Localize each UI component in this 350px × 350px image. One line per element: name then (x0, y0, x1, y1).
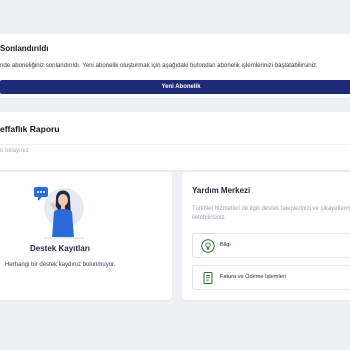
info-bulb-icon (201, 239, 215, 253)
subscription-card: Sonlandırıldı nde aboneliğiniz sonlandır… (0, 34, 350, 98)
transparency-report-link[interactable]: n tıklayınız (0, 148, 29, 154)
subscription-description: nde aboneliğiniz sonlandırıldı. Yeni abo… (0, 62, 318, 69)
new-subscription-button[interactable]: Yeni Abonelik (0, 80, 350, 94)
invoice-icon (203, 272, 213, 284)
help-item-info[interactable]: Bilgi (192, 233, 350, 258)
transparency-report-title: effaflık Raporu (0, 124, 60, 134)
support-records-empty-text: Herhangi bir destek kaydınız bulunmuyor. (5, 262, 116, 268)
subscription-status-title: Sonlandırıldı (0, 44, 49, 53)
help-center-card: Yardım Merkezi TurkNet hizmetleri ile il… (182, 172, 350, 300)
help-center-description: TurkNet hizmetleri ile ilgili destek tal… (192, 206, 350, 221)
help-item-invoice-payment[interactable]: Fatura ve Ödeme İşlemleri (192, 265, 350, 290)
support-records-card: Destek Kayıtları Herhangi bir destek kay… (0, 172, 172, 300)
help-item-label: Fatura ve Ödeme İşlemleri (220, 274, 286, 280)
help-item-label: Bilgi (220, 242, 231, 248)
woman-with-chat-bubble-icon (34, 187, 84, 239)
transparency-report-card: effaflık Raporu n tıklayınız (0, 112, 350, 170)
support-records-title: Destek Kayıtları (30, 244, 91, 253)
divider (0, 144, 350, 145)
help-center-title: Yardım Merkezi (192, 186, 251, 195)
